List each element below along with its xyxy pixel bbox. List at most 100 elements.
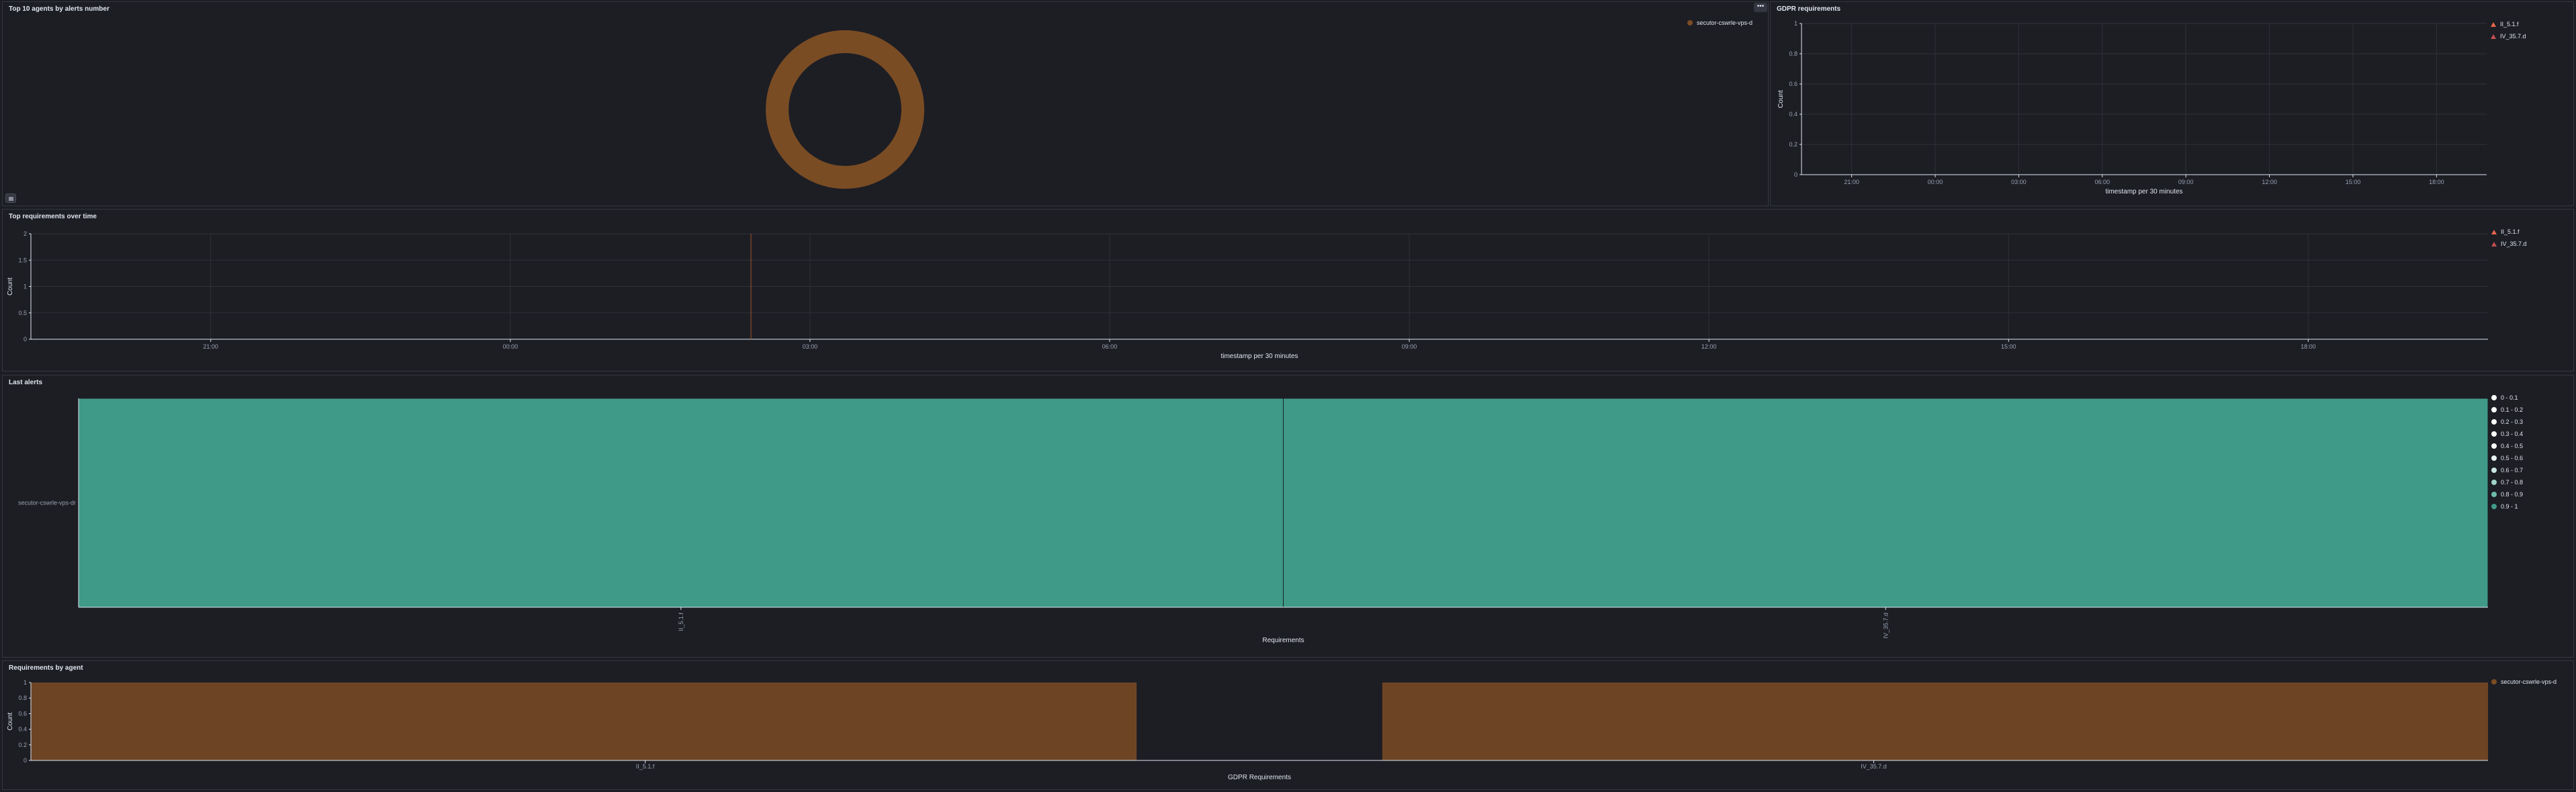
legend-label: 0 - 0.1 — [2501, 394, 2518, 401]
legend-label: 0.4 - 0.5 — [2501, 443, 2524, 449]
legend-label: 0.2 - 0.3 — [2501, 419, 2524, 425]
legend-label: IV_35.7.d — [2501, 240, 2527, 247]
x-tick-label: II_5.1.f — [678, 613, 684, 631]
legend: II_5.1.f IV_35.7.d — [2491, 18, 2526, 42]
legend-item[interactable]: 0.1 - 0.2 — [2491, 404, 2523, 416]
legend-item[interactable]: 0.8 - 0.9 — [2491, 488, 2523, 500]
y-tick-label: 0 — [24, 336, 27, 343]
y-tick-label: 1 — [24, 679, 27, 686]
heatmap-cell — [1283, 398, 2489, 608]
x-tick-label: 21:00 — [1844, 179, 1859, 185]
y-tick-label: 0.4 — [18, 726, 27, 733]
legend-swatch — [2491, 480, 2497, 485]
x-axis-title: timestamp per 30 minutes — [1220, 353, 1298, 360]
panel-top-requirements: Top requirements over time 2 1.5 1 0.5 0 21:0… — [2, 209, 2574, 371]
x-tick-label: 18:00 — [2429, 179, 2444, 185]
y-tick-label: 0.6 — [18, 710, 27, 717]
toggle-legend-button[interactable] — [5, 193, 16, 203]
legend-swatch — [2491, 34, 2496, 39]
y-tick-label: 0.2 — [1789, 141, 1797, 148]
legend-swatch — [2491, 679, 2497, 685]
legend-swatch — [2491, 468, 2497, 473]
x-tick-label: 12:00 — [2262, 179, 2277, 185]
legend-label: 0.3 - 0.4 — [2501, 431, 2524, 437]
x-tick-label: 15:00 — [2001, 343, 2016, 350]
legend-item[interactable]: II_5.1.f — [2491, 226, 2527, 238]
donut-chart — [766, 30, 924, 189]
legend-item[interactable]: secutor-cswrle-vps-d — [1687, 17, 1752, 29]
legend-item[interactable]: secutor-cswrle-vps-d — [2491, 676, 2557, 688]
x-axis-title: timestamp per 30 minutes — [2105, 188, 2182, 195]
x-tick-label: 03:00 — [2011, 179, 2027, 185]
legend-label: IV_35.7.d — [2500, 33, 2526, 40]
legend-swatch — [2491, 241, 2497, 247]
last-alerts-heatmap: II_5.1.f IV_35.7.d secutor-cswrle-vps-dr Re… — [18, 398, 2489, 644]
legend-label: 0.8 - 0.9 — [2501, 491, 2524, 498]
legend-swatch — [2491, 455, 2497, 461]
y-tick-label: 1 — [1794, 20, 1797, 27]
legend: II_5.1.f IV_35.7.d — [2491, 226, 2527, 250]
legend-item[interactable]: 0.3 - 0.4 — [2491, 428, 2523, 440]
panel-top-agents: Top 10 agents by alerts number secutor-c… — [2, 1, 1769, 206]
legend-swatch — [2491, 395, 2497, 400]
legend-label: II_5.1.f — [2500, 21, 2519, 28]
y-tick-label: 1.5 — [18, 257, 27, 263]
legend-label: 0.1 - 0.2 — [2501, 406, 2524, 413]
legend-label: 0.7 - 0.8 — [2501, 479, 2524, 486]
x-tick-label: 21:00 — [203, 343, 218, 350]
legend-swatch — [2491, 21, 2496, 27]
legend-swatch — [2491, 443, 2497, 449]
panel-requirements-by-agent: Requirements by agent 1 0.8 0.6 0.4 0.2 0 II_5… — [2, 660, 2574, 790]
legend-swatch — [2491, 492, 2497, 497]
legend-item[interactable]: 0.2 - 0.3 — [2491, 416, 2523, 428]
legend-label: secutor-cswrle-vps-d — [2501, 678, 2557, 685]
y-tick-label: 0.6 — [1789, 81, 1797, 87]
gdpr-line-chart: 1 0.8 0.6 0.4 0.2 0 21:00 00:00 03:00 06:00 09:00 1… — [1777, 20, 2487, 195]
legend-swatch — [1687, 20, 1693, 26]
legend-item[interactable]: 0.6 - 0.7 — [2491, 464, 2523, 476]
legend: 0 - 0.1 0.1 - 0.2 0.2 - 0.3 0.3 - 0.4 0.… — [2491, 392, 2523, 513]
x-tick-label: 15:00 — [2346, 179, 2361, 185]
legend: secutor-cswrle-vps-d — [2491, 676, 2557, 688]
y-tick-label: 0 — [24, 757, 27, 764]
x-tick-label: 06:00 — [1102, 343, 1118, 350]
x-axis-title: GDPR Requirements — [1228, 774, 1291, 781]
y-tick-label: 0.4 — [1789, 111, 1797, 118]
y-axis-title: Count — [7, 712, 14, 730]
x-tick-label: 09:00 — [1402, 343, 1417, 350]
legend-label: 0.5 - 0.6 — [2501, 455, 2524, 461]
donut-slice[interactable] — [766, 30, 924, 189]
legend-swatch — [2491, 431, 2497, 437]
y-tick-label: 0.2 — [18, 742, 27, 748]
x-tick-label: 06:00 — [2095, 179, 2111, 185]
x-tick-label: 00:00 — [502, 343, 518, 350]
x-axis-title: Requirements — [1262, 637, 1304, 644]
legend-item[interactable]: 0.4 - 0.5 — [2491, 440, 2523, 452]
legend-label: II_5.1.f — [2501, 228, 2520, 235]
legend-label: 0.6 - 0.7 — [2501, 467, 2524, 474]
bar[interactable] — [1382, 683, 2488, 760]
heatmap-cell — [78, 398, 1284, 608]
x-tick-label: 03:00 — [803, 343, 818, 350]
legend-item[interactable]: 0.5 - 0.6 — [2491, 452, 2523, 464]
legend-item[interactable]: 0.7 - 0.8 — [2491, 476, 2523, 488]
panel-options-button[interactable]: ••• — [1754, 3, 1767, 12]
legend-item[interactable]: 0 - 0.1 — [2491, 392, 2523, 404]
legend-swatch — [2491, 407, 2497, 412]
x-tick-label: 12:00 — [1701, 343, 1717, 350]
top-requirements-line-chart: 2 1.5 1 0.5 0 21:00 00:00 03:00 06:00 09:00 12:00 1… — [7, 230, 2488, 360]
requirements-bar-chart: 1 0.8 0.6 0.4 0.2 0 II_5.1.f IV_35.7.d GDPR Requ… — [7, 679, 2488, 781]
bar[interactable] — [31, 683, 1137, 760]
legend-swatch — [2491, 229, 2497, 234]
legend: secutor-cswrle-vps-d — [1687, 17, 1752, 29]
legend-item[interactable]: IV_35.7.d — [2491, 238, 2527, 250]
x-tick-label: 18:00 — [2301, 343, 2316, 350]
x-tick-label: IV_35.7.d — [1861, 763, 1887, 770]
y-tick-label: secutor-cswrle-vps-dr — [18, 500, 76, 507]
list-icon — [9, 197, 13, 201]
legend-item[interactable]: IV_35.7.d — [2491, 30, 2526, 42]
legend-item[interactable]: II_5.1.f — [2491, 18, 2526, 30]
x-tick-label: IV_35.7.d — [1882, 613, 1889, 639]
legend-item[interactable]: 0.9 - 1 — [2491, 500, 2523, 513]
y-tick-label: 0 — [1794, 171, 1797, 178]
